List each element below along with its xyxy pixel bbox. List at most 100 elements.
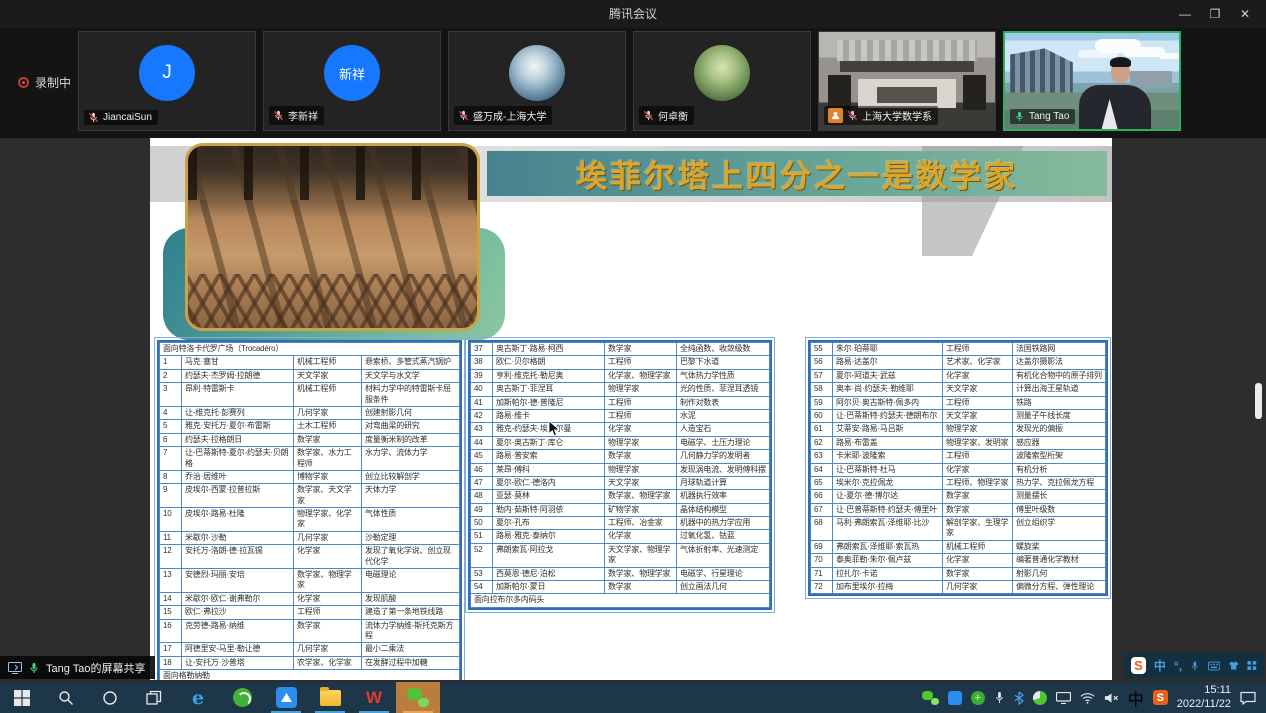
tray-microphone-icon[interactable] (994, 691, 1005, 704)
profession: 矿物学家 (605, 503, 677, 516)
windows-logo-icon (14, 690, 30, 706)
row-number: 69 (811, 540, 833, 553)
contribution: 水力学、流体力学 (362, 447, 460, 471)
person-name: 克劳德-路易·纳维 (182, 619, 294, 643)
participant-tile-active-speaker[interactable]: Tang Tao (1003, 31, 1181, 131)
contribution: 度量衡米制的改革 (362, 433, 460, 446)
person-name: 加斯帕尔·德·普隆尼 (493, 396, 605, 409)
profession: 化学家 (605, 423, 677, 436)
taskbar-search-button[interactable] (44, 682, 88, 713)
participant-tile[interactable]: 何卓衡 (633, 31, 811, 131)
taskbar-accelerator-button[interactable] (220, 682, 264, 713)
slide-title: 埃菲尔塔上四分之一是数学家 (576, 151, 1018, 196)
contribution: 发现了氧化学说、创立现代化学 (362, 545, 460, 569)
profession: 土木工程师 (294, 420, 362, 433)
table-row: 41 加斯帕尔·德·普隆尼 工程师 制作对数表 (471, 396, 770, 409)
ime-toolbox-icon[interactable] (1247, 660, 1257, 671)
contribution: 偏微分方程、弹性理论 (1013, 581, 1106, 594)
task-view-button[interactable] (132, 682, 176, 713)
row-number: 68 (811, 517, 833, 541)
close-button[interactable]: ✕ (1230, 0, 1260, 28)
shared-slide: 埃菲尔塔上四分之一是数学家 面向特洛卡代罗广场（Trocadéro） 1 马克·… (150, 138, 1112, 680)
person-name: 莱昂·傅科 (493, 463, 605, 476)
wps-icon: W (366, 688, 382, 708)
table-row: 63 卡米耶·波隆索 工程师 波隆索型桁架 (811, 450, 1106, 463)
contribution: 法国铁路网 (1013, 343, 1106, 356)
contribution: 测量摆长 (1013, 490, 1106, 503)
ime-keyboard-icon[interactable] (1208, 661, 1220, 671)
profession: 天文学家 (294, 369, 362, 382)
sogou-logo-icon[interactable]: S (1131, 657, 1146, 674)
tray-wifi-icon[interactable] (1080, 692, 1095, 704)
person-name: 皮埃尔·路易·杜隆 (182, 508, 294, 532)
participant-strip: 录制中 J JiancaiSun 新祥 李新祥 (0, 28, 1266, 138)
taskbar-wechat-button[interactable] (396, 682, 440, 713)
row-number: 53 (471, 567, 493, 580)
person-name: 西莫恩·德尼·泊松 (493, 567, 605, 580)
contribution: 有机分析 (1013, 463, 1106, 476)
tray-display-icon[interactable] (1056, 692, 1071, 704)
profession: 工程师 (943, 343, 1013, 356)
taskbar-edge-button[interactable]: e (176, 682, 220, 713)
start-button[interactable] (0, 682, 44, 713)
profession: 数学家 (605, 581, 677, 594)
table-row: 48 亚瑟·莫林 数学家、物理学家 机器执行效率 (471, 490, 770, 503)
stage-scrollbar-thumb[interactable] (1255, 383, 1262, 419)
mic-muted-icon (273, 110, 284, 121)
tray-wechat-icon[interactable] (922, 691, 939, 705)
maximize-button[interactable]: ❐ (1200, 0, 1230, 28)
tray-ime-mode-indicator[interactable]: 中 (1128, 686, 1144, 710)
table-section-footer: 面向拉布尔多内码头 (471, 594, 770, 607)
person-name: 弗朗索瓦·泽维耶·索瓦热 (833, 540, 943, 553)
action-center-button[interactable] (1240, 691, 1256, 705)
profession: 化学家 (943, 369, 1013, 382)
profession: 化学家 (943, 463, 1013, 476)
contribution: 沙勒定理 (362, 531, 460, 544)
table-row: 3 昂利·特雷斯卡 机械工程师 材料力学中的特雷斯卡屈服条件 (160, 383, 460, 407)
contribution: 创建射影几何 (362, 406, 460, 419)
ime-punctuation-button[interactable]: °, (1174, 660, 1182, 672)
participant-tile[interactable]: J JiancaiSun (78, 31, 256, 131)
ime-toolbar: S 中 °, (1124, 653, 1264, 678)
contribution: 创立组织学 (1013, 517, 1106, 541)
contribution: 创立画法几何 (677, 581, 770, 594)
ime-mode-button[interactable]: 中 (1154, 660, 1166, 672)
row-number: 48 (471, 490, 493, 503)
tray-sogou-icon[interactable]: S (1153, 690, 1168, 705)
contribution: 热力学、克拉佩龙方程 (1013, 476, 1106, 489)
tray-bluetooth-icon[interactable] (1014, 691, 1024, 705)
participant-tile[interactable]: 新祥 李新祥 (263, 31, 441, 131)
row-number: 37 (471, 343, 493, 356)
person-name: 马克·塞甘 (182, 356, 294, 369)
tray-tencent-meeting-icon[interactable] (948, 691, 962, 705)
section-footer-text: 面向格勒纳勒 (160, 670, 460, 680)
taskbar-tencent-meeting-button[interactable] (264, 682, 308, 713)
ime-skin-icon[interactable] (1228, 660, 1239, 671)
tray-volume-muted-icon[interactable] (1104, 692, 1119, 704)
taskbar-clock[interactable]: 15:11 2022/11/22 (1177, 684, 1231, 712)
profession: 数学家 (943, 567, 1013, 580)
contribution: 天体力学 (362, 484, 460, 508)
taskbar-wps-button[interactable]: W (352, 682, 396, 713)
tray-accelerator-icon[interactable]: + (971, 691, 985, 705)
participant-tile-video[interactable]: 上海大学数学系 (818, 31, 996, 131)
taskbar-file-explorer-button[interactable] (308, 682, 352, 713)
ime-mic-icon[interactable] (1190, 660, 1200, 672)
row-number: 18 (160, 656, 182, 669)
person-name: 路易·达盖尔 (833, 356, 943, 369)
contribution: 机器中的热力学应用 (677, 517, 770, 530)
profession: 工程师 (943, 396, 1013, 409)
contribution: 对弯曲梁的研究 (362, 420, 460, 433)
table-row: 13 安德烈·玛丽·安培 数学家、物理学家 电磁理论 (160, 569, 460, 593)
contribution: 在发酵过程中加糖 (362, 656, 460, 669)
tray-antivirus-icon[interactable] (1033, 691, 1047, 705)
participant-tile[interactable]: 盛万成-上海大学 (448, 31, 626, 131)
cortana-button[interactable] (88, 682, 132, 713)
minimize-button[interactable]: — (1170, 0, 1200, 28)
table-row: 12 安托万-洛朗·德·拉瓦锡 化学家 发现了氧化学说、创立现代化学 (160, 545, 460, 569)
share-banner-label: Tang Tao的屏幕共享 (46, 660, 145, 676)
contribution: 发现光的偏振 (1013, 423, 1106, 436)
person-name: 夏尔-阿道夫·武兹 (833, 369, 943, 382)
row-number: 50 (471, 517, 493, 530)
table-row: 51 路易·雅克·泰纳尔 化学家 过氧化氢、钴蓝 (471, 530, 770, 543)
